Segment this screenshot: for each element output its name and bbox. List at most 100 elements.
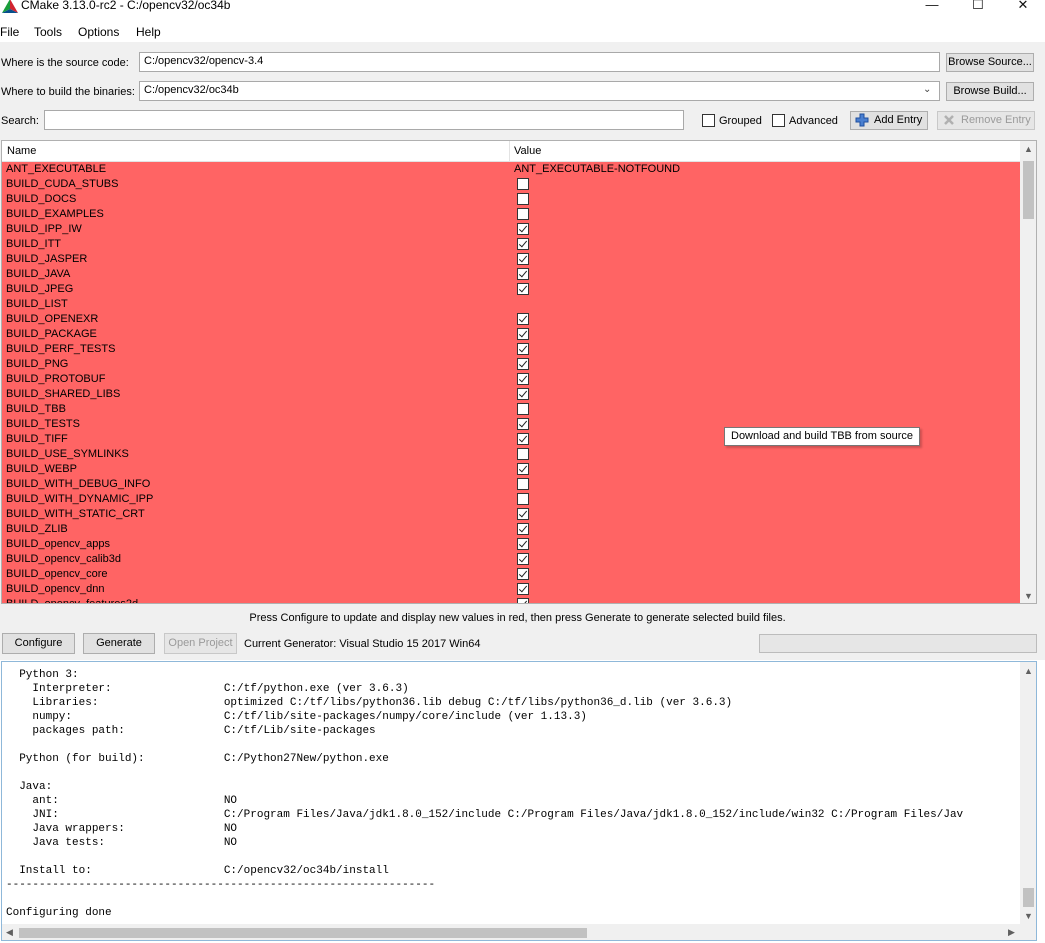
cache-entry-checkbox[interactable] [517, 373, 529, 385]
browse-build-button[interactable]: Browse Build... [946, 82, 1034, 101]
table-vertical-scrollbar[interactable]: ▲ ▼ [1020, 141, 1036, 603]
browse-source-button[interactable]: Browse Source... [946, 53, 1034, 72]
menu-help[interactable]: Help [136, 24, 161, 40]
cache-entry-checkbox[interactable] [517, 508, 529, 520]
table-row[interactable]: BUILD_opencv_features2d [2, 597, 1020, 604]
cache-entry-name: BUILD_TIFF [6, 433, 68, 445]
table-row[interactable]: BUILD_PACKAGE [2, 327, 1020, 342]
maximize-button[interactable]: ☐ [955, 0, 1001, 14]
table-row[interactable]: BUILD_opencv_core [2, 567, 1020, 582]
table-row[interactable]: BUILD_CUDA_STUBS [2, 177, 1020, 192]
cache-entry-checkbox[interactable] [517, 448, 529, 460]
cache-entry-checkbox[interactable] [517, 493, 529, 505]
grouped-checkbox[interactable] [702, 114, 715, 127]
cache-entry-checkbox[interactable] [517, 523, 529, 535]
open-project-button[interactable]: Open Project [164, 633, 237, 654]
output-line: JNI: C:/Program Files/Java/jdk1.8.0_152/… [6, 809, 964, 821]
generate-button[interactable]: Generate [83, 633, 155, 654]
scroll-up-icon[interactable]: ▲ [1024, 666, 1033, 676]
cache-entry-checkbox[interactable] [517, 433, 529, 445]
advanced-checkbox[interactable] [772, 114, 785, 127]
table-row[interactable]: BUILD_DOCS [2, 192, 1020, 207]
table-row[interactable]: BUILD_TBB [2, 402, 1020, 417]
add-entry-label: Add Entry [874, 114, 923, 126]
table-row[interactable]: BUILD_WITH_DYNAMIC_IPP [2, 492, 1020, 507]
scrollbar-thumb[interactable] [1023, 161, 1034, 219]
chevron-down-icon[interactable]: ⌄ [923, 84, 931, 95]
cache-entry-checkbox[interactable] [517, 418, 529, 430]
cache-entry-checkbox[interactable] [517, 583, 529, 595]
cache-entry-checkbox[interactable] [517, 358, 529, 370]
cache-entry-value[interactable]: ANT_EXECUTABLE-NOTFOUND [514, 163, 680, 176]
cache-entry-name: BUILD_opencv_features2d [6, 598, 139, 604]
table-row[interactable]: BUILD_EXAMPLES [2, 207, 1020, 222]
table-row[interactable]: BUILD_IPP_IW [2, 222, 1020, 237]
cache-table: Name Value ANT_EXECUTABLE ANT_EXECUTABLE-… [1, 140, 1037, 604]
table-row[interactable]: BUILD_LIST [2, 297, 1020, 312]
table-row[interactable]: BUILD_WITH_DEBUG_INFO [2, 477, 1020, 492]
plus-icon [855, 113, 869, 127]
cache-entry-checkbox[interactable] [517, 283, 529, 295]
cache-entry-checkbox[interactable] [517, 388, 529, 400]
cache-entry-checkbox[interactable] [517, 193, 529, 205]
output-vertical-scrollbar[interactable]: ▲ ▼ [1020, 662, 1036, 924]
table-row[interactable]: BUILD_SHARED_LIBS [2, 387, 1020, 402]
table-row[interactable]: BUILD_PNG [2, 357, 1020, 372]
output-line: Libraries: optimized C:/tf/libs/python36… [6, 697, 733, 709]
table-row[interactable]: BUILD_ITT [2, 237, 1020, 252]
build-path-combo[interactable]: C:/opencv32/oc34b [139, 81, 940, 101]
table-row[interactable]: BUILD_opencv_dnn [2, 582, 1020, 597]
cache-entry-checkbox[interactable] [517, 178, 529, 190]
column-header-value[interactable]: Value [514, 144, 541, 158]
configure-button[interactable]: Configure [2, 633, 75, 654]
scrollbar-thumb[interactable] [1023, 888, 1034, 907]
cache-entry-checkbox[interactable] [517, 223, 529, 235]
table-row[interactable]: BUILD_opencv_apps [2, 537, 1020, 552]
table-row[interactable]: BUILD_PROTOBUF [2, 372, 1020, 387]
scroll-left-icon[interactable]: ◀ [6, 927, 13, 937]
cache-entry-name: BUILD_opencv_apps [6, 538, 110, 550]
table-row[interactable]: BUILD_USE_SYMLINKS [2, 447, 1020, 462]
output-line: Python 3: [6, 669, 79, 681]
cache-entry-checkbox[interactable] [517, 343, 529, 355]
table-row[interactable]: BUILD_WEBP [2, 462, 1020, 477]
menu-options[interactable]: Options [78, 24, 119, 40]
cache-entry-name: BUILD_JASPER [6, 253, 88, 265]
scroll-up-icon[interactable]: ▲ [1024, 144, 1033, 154]
table-row[interactable]: BUILD_JPEG [2, 282, 1020, 297]
cache-entry-checkbox[interactable] [517, 268, 529, 280]
cache-entry-checkbox[interactable] [517, 553, 529, 565]
source-path-input[interactable]: C:/opencv32/opencv-3.4 [139, 52, 940, 72]
cache-entry-checkbox[interactable] [517, 328, 529, 340]
cache-entry-checkbox[interactable] [517, 463, 529, 475]
cache-entry-checkbox[interactable] [517, 598, 529, 603]
cache-entry-checkbox[interactable] [517, 478, 529, 490]
table-row[interactable]: BUILD_PERF_TESTS [2, 342, 1020, 357]
table-row[interactable]: BUILD_JAVA [2, 267, 1020, 282]
cache-entry-checkbox[interactable] [517, 208, 529, 220]
cache-entry-checkbox[interactable] [517, 313, 529, 325]
column-header-name[interactable]: Name [7, 144, 36, 158]
table-row[interactable]: BUILD_WITH_STATIC_CRT [2, 507, 1020, 522]
scroll-down-icon[interactable]: ▼ [1024, 591, 1033, 601]
scroll-down-icon[interactable]: ▼ [1024, 911, 1033, 921]
table-row[interactable]: BUILD_opencv_calib3d [2, 552, 1020, 567]
minimize-button[interactable]: — [909, 0, 955, 14]
menu-tools[interactable]: Tools [34, 24, 62, 40]
menu-file[interactable]: File [0, 24, 19, 40]
output-horizontal-scrollbar[interactable]: ◀ ▶ [2, 924, 1020, 940]
cache-entry-checkbox[interactable] [517, 568, 529, 580]
table-row[interactable]: ANT_EXECUTABLE ANT_EXECUTABLE-NOTFOUND [2, 162, 1020, 177]
cache-entry-checkbox[interactable] [517, 238, 529, 250]
table-row[interactable]: BUILD_ZLIB [2, 522, 1020, 537]
table-row[interactable]: BUILD_JASPER [2, 252, 1020, 267]
scrollbar-thumb[interactable] [19, 928, 587, 938]
cache-entry-checkbox[interactable] [517, 538, 529, 550]
search-input[interactable] [44, 110, 684, 130]
cache-entry-checkbox[interactable] [517, 253, 529, 265]
scroll-right-icon[interactable]: ▶ [1008, 927, 1015, 937]
cache-entry-checkbox[interactable] [517, 403, 529, 415]
cache-entry-name: BUILD_TESTS [6, 418, 80, 430]
close-button[interactable]: ✕ [1000, 0, 1045, 14]
table-row[interactable]: BUILD_OPENEXR [2, 312, 1020, 327]
